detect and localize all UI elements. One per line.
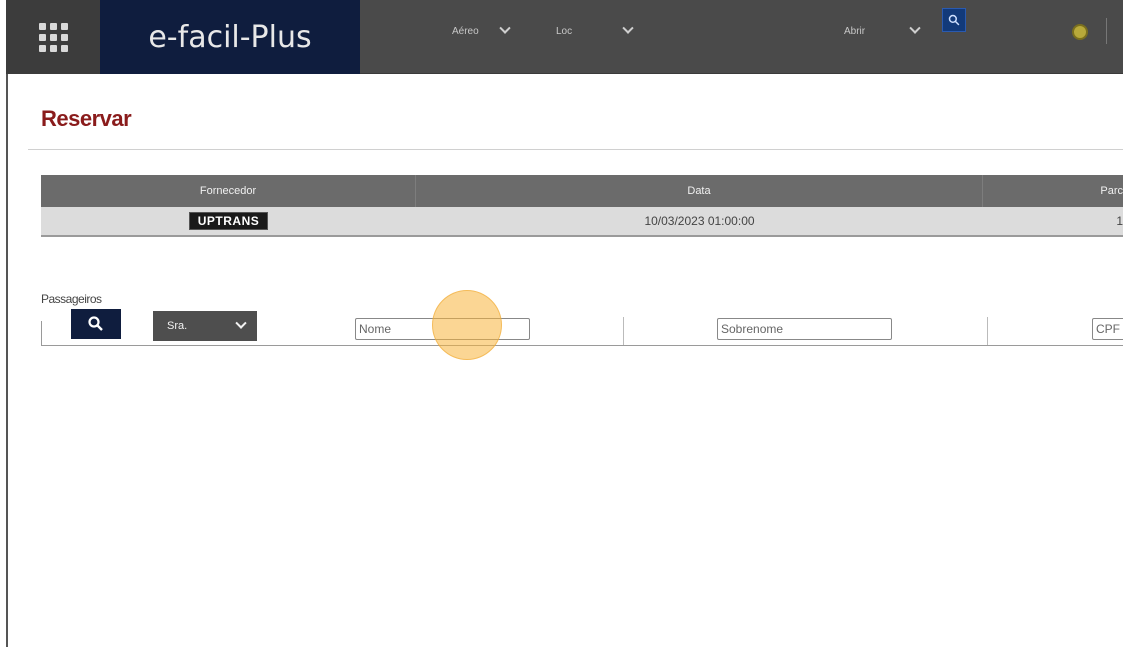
open-filter-dropdown[interactable]: Abrir [844,22,921,40]
header-search-button[interactable] [942,8,966,32]
field-divider [623,317,624,345]
location-filter-label: Loc [556,25,573,37]
title-select-value: Sra. [167,320,188,332]
cpf-input[interactable] [1092,318,1123,340]
date-cell: 10/03/2023 01:00:00 [644,214,755,228]
chevron-down-icon [235,317,247,329]
supplier-cell: UPTRANS [41,207,416,235]
header-divider [1106,18,1107,44]
title-divider [28,149,1123,150]
last-name-input[interactable] [717,318,892,340]
passenger-search-button[interactable] [71,309,121,339]
apps-grid-icon [38,22,68,52]
topbar-background: e-facil-Plus Aéreo Loc Abrir [6,0,1123,74]
page-title: Reservar [41,106,132,131]
logo-text: e-facil-Plus [148,19,312,55]
air-filter-label: Aéreo [452,25,479,37]
parc-cell: 1 [1116,214,1123,228]
table-header: Fornecedor Data Parc [41,175,1123,207]
search-icon [948,14,960,26]
user-status-icon[interactable] [1072,24,1088,40]
column-header-parc: Parc [1100,185,1123,197]
table-row[interactable]: UPTRANS 10/03/2023 01:00:00 1 [41,207,1123,237]
field-divider [987,317,988,345]
chevron-down-icon [909,22,921,34]
row-left-border [41,321,42,345]
left-border [6,74,8,647]
air-filter-dropdown[interactable]: Aéreo [452,22,511,40]
passenger-form-row: Sra. [41,309,1123,346]
column-header-data: Data [416,175,983,207]
chevron-down-icon [499,22,511,34]
booking-table: Fornecedor Data Parc UPTRANS 10/03/2023 … [41,175,1123,237]
brand-logo[interactable]: e-facil-Plus [100,0,360,74]
top-navigation-bar: e-facil-Plus Aéreo Loc Abrir [0,0,1123,93]
column-header-fornecedor: Fornecedor [41,175,416,207]
first-name-input[interactable] [355,318,530,340]
apps-menu-button[interactable] [6,0,100,74]
chevron-down-icon [622,22,634,34]
open-filter-label: Abrir [844,25,866,37]
title-select[interactable]: Sra. [153,311,257,341]
location-filter-dropdown[interactable]: Loc [556,22,634,40]
search-icon [88,316,103,331]
supplier-logo: UPTRANS [188,212,269,230]
passengers-label: Passageiros [41,292,102,306]
